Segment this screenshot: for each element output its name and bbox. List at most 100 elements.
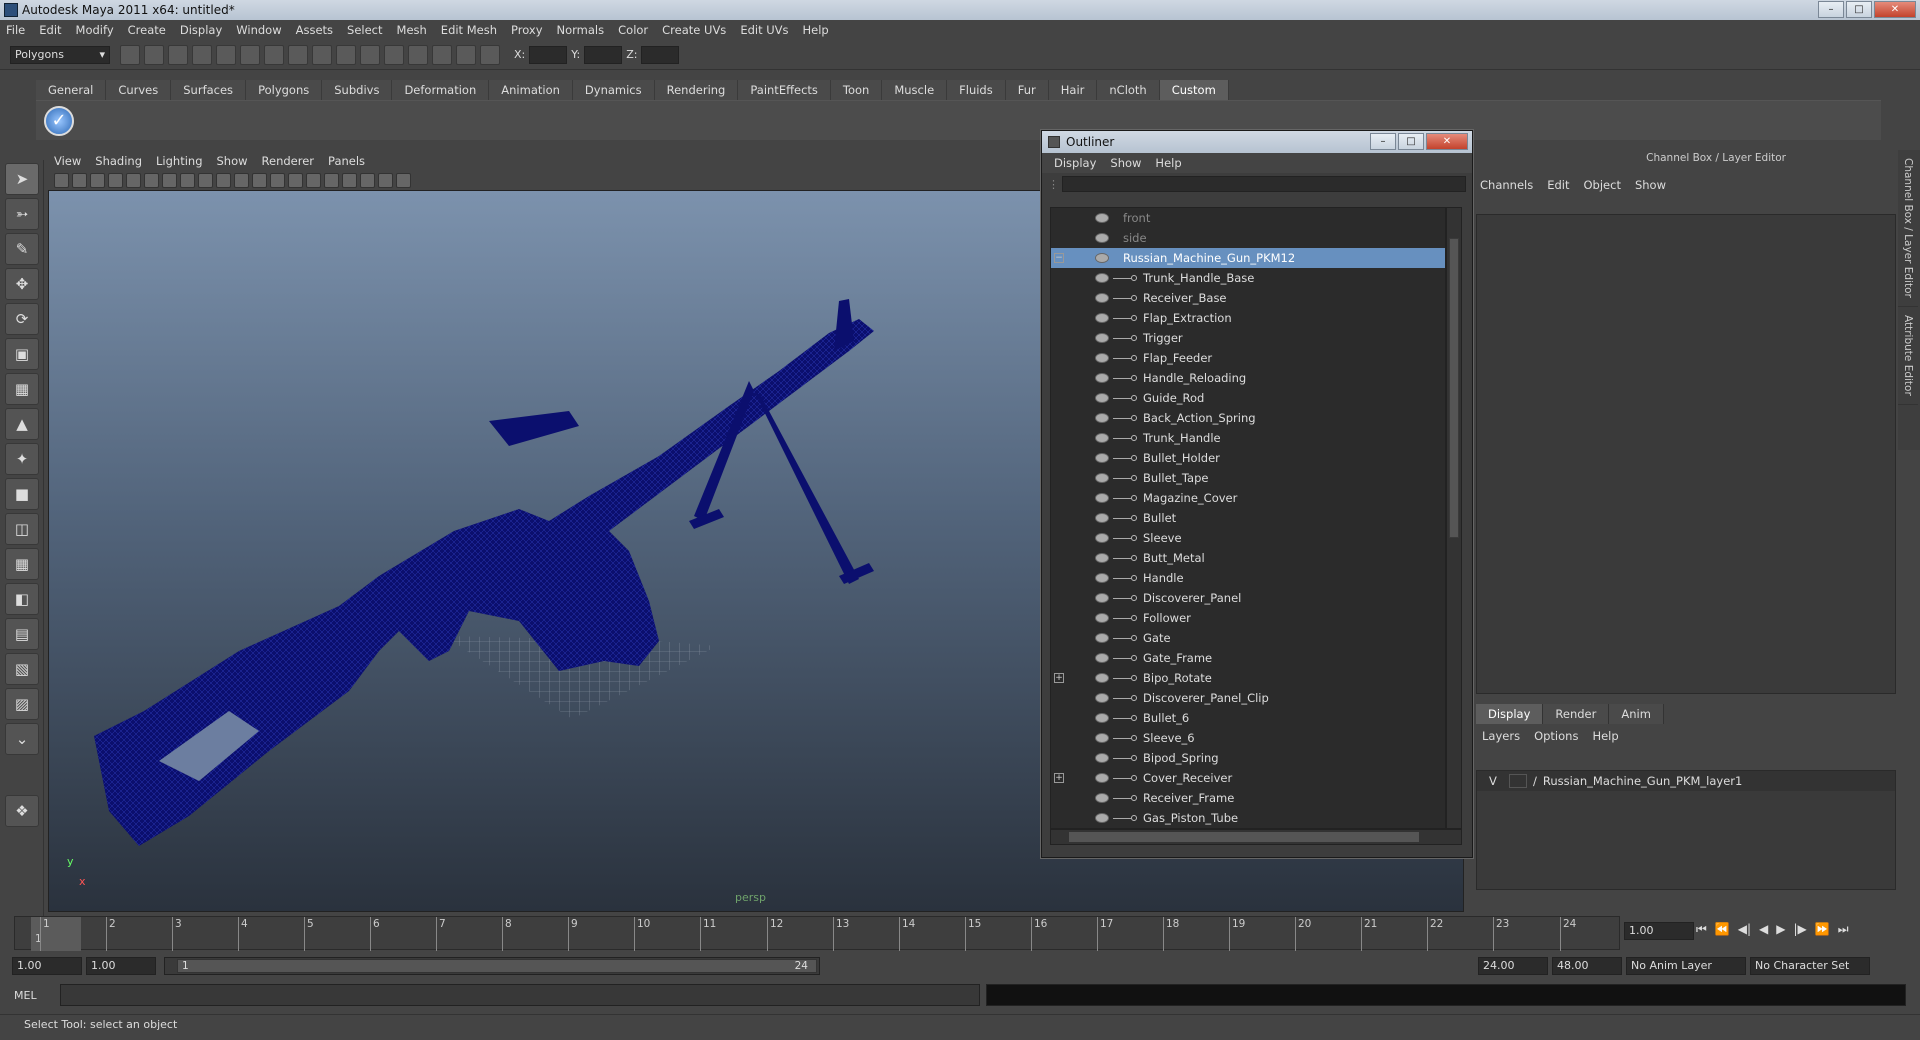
outliner-item[interactable]: Bullet [1051, 508, 1445, 528]
menu-proxy[interactable]: Proxy [511, 23, 543, 37]
viewport-menu-panels[interactable]: Panels [328, 154, 365, 168]
textured-icon[interactable] [306, 172, 321, 188]
paint-select-icon[interactable]: ✎ [5, 233, 39, 265]
play-backward-icon[interactable]: ◀ [1759, 922, 1768, 937]
minimize-button[interactable]: – [1818, 1, 1844, 18]
menu-edit-uvs[interactable]: Edit UVs [740, 23, 788, 37]
menu-modify[interactable]: Modify [76, 23, 114, 37]
grid-icon[interactable] [126, 172, 141, 188]
menu-set-dropdown[interactable]: Polygons ▾ [10, 45, 110, 64]
step-forward-key-icon[interactable]: ⏩ [1815, 922, 1830, 937]
shelf-tab-animation[interactable]: Animation [489, 80, 573, 100]
outliner-title-bar[interactable]: Outliner – □ ✕ [1042, 131, 1472, 153]
menu-color[interactable]: Color [618, 23, 648, 37]
go-to-end-icon[interactable]: ⏭ [1838, 922, 1849, 937]
outliner-item[interactable]: Gas_Piston_Tube [1051, 808, 1445, 828]
persp-outliner-layout-icon[interactable]: ◧ [5, 583, 39, 615]
shelf-tab-toon[interactable]: Toon [830, 80, 883, 100]
layer-tab-display[interactable]: Display [1476, 704, 1544, 724]
menu-file[interactable]: File [6, 23, 25, 37]
menu-create-uvs[interactable]: Create UVs [662, 23, 726, 37]
make-live-icon[interactable] [360, 44, 380, 65]
four-view-layout-icon[interactable]: ▦ [5, 548, 39, 580]
anim-layer-dropdown[interactable]: No Anim Layer [1626, 957, 1746, 975]
outliner-vertical-scrollbar[interactable] [1446, 207, 1462, 829]
outliner-item[interactable]: + Cover_Receiver [1051, 768, 1445, 788]
shelf-tab-ncloth[interactable]: nCloth [1097, 80, 1160, 100]
field-chart-icon[interactable] [198, 172, 213, 188]
command-input[interactable] [60, 984, 980, 1006]
layer-tab-anim[interactable]: Anim [1609, 704, 1664, 724]
playback-start-field[interactable]: 1.00 [86, 957, 156, 975]
outliner-item[interactable]: Bipod_Spring [1051, 748, 1445, 768]
menu-create[interactable]: Create [128, 23, 166, 37]
history-icon[interactable] [384, 44, 404, 65]
menu-normals[interactable]: Normals [557, 23, 605, 37]
image-plane-icon[interactable] [108, 172, 123, 188]
outliner-minimize-button[interactable]: – [1370, 133, 1396, 150]
menu-window[interactable]: Window [236, 23, 281, 37]
layer-row[interactable]: V ∕ Russian_Machine_Gun_PKM_layer1 [1477, 771, 1895, 791]
outliner-item[interactable]: Sleeve [1051, 528, 1445, 548]
scroll-thumb[interactable] [1069, 832, 1419, 842]
shelf-tab-fur[interactable]: Fur [1005, 80, 1049, 100]
expand-icon[interactable]: + [1054, 673, 1064, 683]
outliner-item[interactable]: Discoverer_Panel [1051, 588, 1445, 608]
animation-end-field[interactable]: 48.00 [1552, 957, 1622, 975]
layer-menu-layers[interactable]: Layers [1482, 729, 1520, 743]
range-slider-knob[interactable]: 1 24 [177, 959, 817, 973]
channel-box-menu-channels[interactable]: Channels [1480, 178, 1533, 192]
layer-name[interactable]: Russian_Machine_Gun_PKM_layer1 [1543, 774, 1742, 788]
play-forward-icon[interactable]: ▶ [1776, 922, 1785, 937]
menu-edit-mesh[interactable]: Edit Mesh [441, 23, 497, 37]
use-lights-icon[interactable] [324, 172, 339, 188]
outliner-item[interactable]: Trigger [1051, 328, 1445, 348]
outliner-item[interactable]: Gate_Frame [1051, 648, 1445, 668]
outliner-item[interactable]: Guide_Rod [1051, 388, 1445, 408]
open-scene-icon[interactable] [144, 44, 164, 65]
hypershade-icon[interactable] [480, 44, 500, 65]
safe-action-icon[interactable] [216, 172, 231, 188]
outliner-item-root[interactable]: − Russian_Machine_Gun_PKM12 [1051, 248, 1445, 268]
outliner-item[interactable]: Magazine_Cover [1051, 488, 1445, 508]
channel-box-menu-object[interactable]: Object [1584, 178, 1621, 192]
outliner-item[interactable]: + Bipo_Rotate [1051, 668, 1445, 688]
maximize-button[interactable]: □ [1846, 1, 1872, 18]
outliner-item[interactable]: Trunk_Handle [1051, 428, 1445, 448]
outliner-item[interactable]: Gate [1051, 628, 1445, 648]
layer-type-toggle[interactable] [1509, 774, 1527, 788]
persp-graph-layout-icon[interactable]: ▤ [5, 618, 39, 650]
hypershade-layout-icon[interactable]: ▧ [5, 653, 39, 685]
outliner-horizontal-scrollbar[interactable] [1050, 829, 1462, 845]
viewport-menu-show[interactable]: Show [217, 154, 248, 168]
outliner-item[interactable]: Receiver_Base [1051, 288, 1445, 308]
time-slider[interactable]: 1 1 2 3 4 5 6 7 8 9 10 11 12 13 14 15 16 17 18 19 20 21 22 23 2… [14, 916, 1620, 951]
expand-icon[interactable]: + [1054, 773, 1064, 783]
soft-mod-icon[interactable]: ▲ [5, 408, 39, 440]
shelf-tab-hair[interactable]: Hair [1048, 80, 1098, 100]
outliner-filter-input[interactable] [1062, 176, 1466, 192]
close-button[interactable]: ✕ [1874, 1, 1916, 18]
shelf-tab-surfaces[interactable]: Surfaces [171, 80, 247, 100]
outliner-item[interactable]: Handle_Reloading [1051, 368, 1445, 388]
save-scene-icon[interactable] [168, 44, 188, 65]
safe-title-icon[interactable] [234, 172, 249, 188]
shelf-tab-general[interactable]: General [36, 80, 107, 100]
menu-select[interactable]: Select [347, 23, 382, 37]
lasso-tool-icon[interactable]: ➳ [5, 198, 39, 230]
x-field[interactable] [529, 45, 568, 64]
outliner-item[interactable]: Back_Action_Spring [1051, 408, 1445, 428]
isolate-select-icon[interactable] [378, 172, 393, 188]
graph-layout-icon[interactable]: ▨ [5, 688, 39, 720]
collapse-icon[interactable]: − [1054, 253, 1064, 263]
outliner-item[interactable]: Flap_Extraction [1051, 308, 1445, 328]
shelf-tab-custom[interactable]: Custom [1159, 80, 1229, 100]
ipr-render-icon[interactable] [432, 44, 452, 65]
high-quality-icon[interactable] [396, 172, 411, 188]
z-field[interactable] [641, 45, 680, 64]
render-settings-icon[interactable] [456, 44, 476, 65]
command-language-label[interactable]: MEL [14, 989, 54, 1002]
menu-mesh[interactable]: Mesh [397, 23, 427, 37]
shelf-tab-fluids[interactable]: Fluids [947, 80, 1006, 100]
outliner-item[interactable]: Trunk_Handle_Base [1051, 268, 1445, 288]
